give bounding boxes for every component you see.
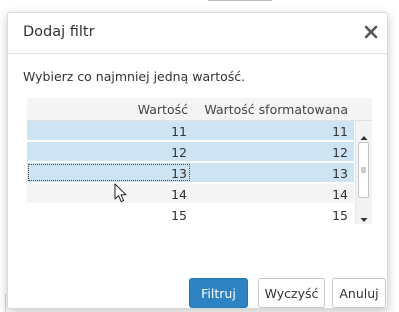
dialog-prompt: Wybierz co najmniej jedną wartość. [23, 69, 246, 84]
table-row[interactable]: 12 12 [27, 142, 354, 162]
cell-value: 11 [171, 124, 187, 139]
values-grid: Wartość Wartość sformatowana 11 11 12 12… [27, 98, 372, 246]
column-header-formatted[interactable]: Wartość sformatowana [195, 102, 348, 117]
clear-button[interactable]: Wyczyść [258, 278, 325, 308]
close-icon[interactable] [362, 23, 380, 41]
cell-formatted: 13 [332, 166, 348, 181]
grid-scrollbar[interactable] [355, 121, 372, 224]
background-divider [5, 294, 6, 312]
cancel-button[interactable]: Anuluj [332, 278, 386, 308]
filter-button[interactable]: Filtruj [189, 278, 248, 308]
cell-formatted: 12 [332, 145, 348, 160]
scrollbar-thumb[interactable] [358, 142, 369, 198]
table-row[interactable]: 14 14 [27, 184, 354, 204]
scroll-up-arrow-icon[interactable] [359, 127, 369, 140]
cell-value: 15 [171, 208, 187, 223]
column-header-value[interactable]: Wartość [27, 102, 188, 117]
background-page [0, 0, 399, 3]
table-row[interactable]: 13 13 [27, 163, 354, 183]
add-filter-dialog: Dodaj filtr Wybierz co najmniej jedną wa… [7, 12, 388, 309]
cell-value: 12 [171, 145, 187, 160]
dialog-title: Dodaj filtr [23, 24, 95, 40]
background-divider [208, 0, 272, 1]
grid-header: Wartość Wartość sformatowana [27, 98, 372, 121]
cell-formatted: 15 [332, 208, 348, 223]
scroll-down-arrow-icon[interactable] [359, 209, 369, 222]
cell-formatted: 14 [332, 187, 348, 202]
table-row[interactable]: 11 11 [27, 121, 354, 141]
grip-icon [361, 167, 366, 173]
mouse-pointer-icon [114, 183, 127, 203]
cell-formatted: 11 [332, 124, 348, 139]
dialog-header: Dodaj filtr [8, 13, 387, 54]
cell-value: 14 [171, 187, 187, 202]
table-row[interactable]: 15 15 [27, 205, 354, 225]
cell-value: 13 [171, 166, 187, 181]
